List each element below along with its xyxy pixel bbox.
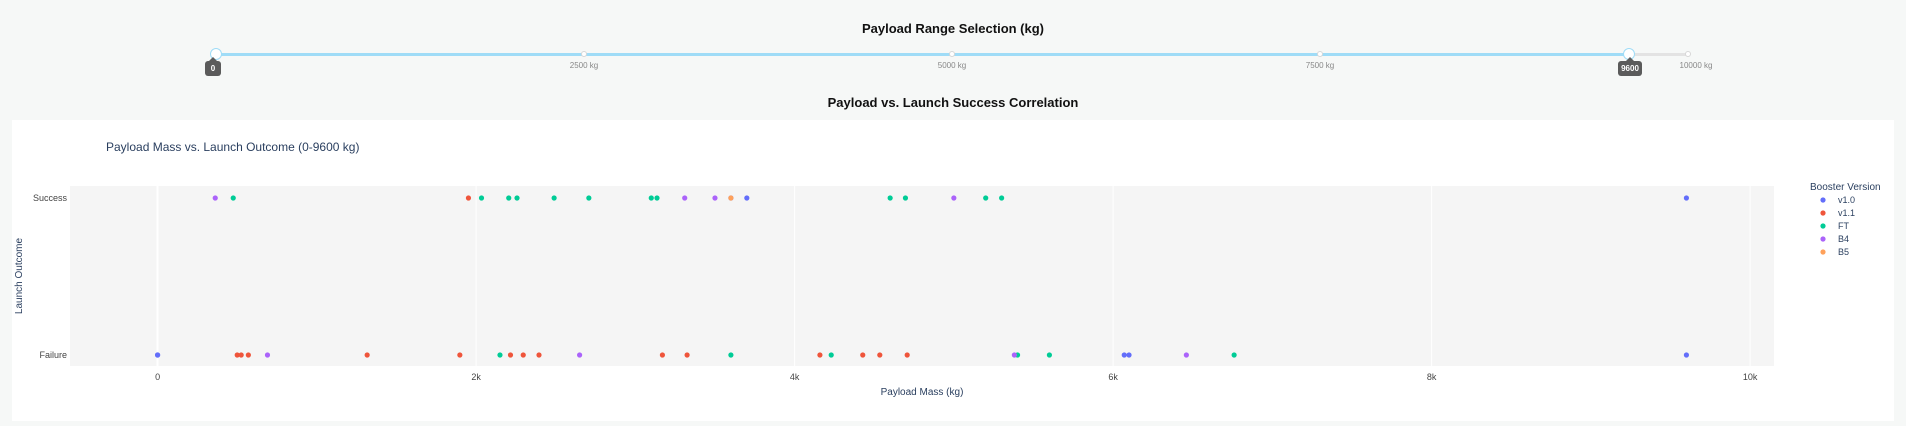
- data-point-v1-0: [1683, 195, 1690, 201]
- data-point-v1-1: [684, 352, 690, 358]
- legend-item-label: v1.1: [1838, 208, 1855, 218]
- data-point-v1-1: [904, 352, 910, 358]
- payload-range-slider: Payload Range Selection (kg) 2500 kg 5000…: [0, 0, 1906, 90]
- legend-marker: [1820, 236, 1826, 242]
- data-point-FT: [887, 195, 893, 201]
- data-point-v1-1: [457, 352, 463, 358]
- data-point-FT: [902, 195, 909, 201]
- slider-mark-label: 2500 kg: [569, 61, 599, 70]
- chart-container: 0 2k 4k 6k 8k 10k Failure Success Payload Mass v…: [12, 120, 1894, 421]
- x-tick-label: 2k: [471, 372, 481, 382]
- legend-marker: [1820, 197, 1826, 203]
- data-point-v1-1: [507, 352, 514, 358]
- chart-title: Payload Mass vs. Launch Outcome (0-9600 …: [106, 140, 359, 154]
- data-point-FT: [478, 195, 485, 201]
- data-point-FT: [1046, 352, 1053, 358]
- x-tick-label: 0: [155, 372, 160, 382]
- data-point-v1-1: [877, 352, 883, 358]
- data-point-v1-1: [817, 352, 823, 358]
- legend-item-label: FT: [1838, 221, 1849, 231]
- section-title: Payload vs. Launch Success Correlation: [827, 95, 1079, 110]
- legend-item-label: B4: [1838, 234, 1849, 244]
- slider-mark-dot: [1685, 51, 1691, 57]
- data-point-v1-0: [1126, 352, 1132, 358]
- data-point-B4: [577, 352, 583, 358]
- data-point-FT: [497, 352, 503, 358]
- data-point-v1-1: [659, 352, 666, 358]
- slider-handle-high-tooltip: 9600: [1618, 57, 1642, 76]
- data-point-B5: [728, 195, 734, 201]
- data-point-FT: [586, 195, 592, 201]
- data-point-FT: [828, 352, 834, 358]
- x-tick-label: 4k: [790, 372, 800, 382]
- legend-title: Booster Version: [1810, 182, 1881, 193]
- data-point-v1-1: [465, 195, 472, 201]
- slider-mark-dot: [1317, 51, 1323, 57]
- legend-marker: [1820, 223, 1826, 229]
- data-point-FT: [506, 195, 512, 201]
- legend-item-label: v1.0: [1838, 195, 1855, 205]
- legend-marker: [1820, 249, 1826, 255]
- slider-selected-track: [216, 52, 1630, 56]
- data-point-B4: [1183, 352, 1189, 358]
- data-point-v1-0: [154, 352, 161, 358]
- data-point-B4: [1011, 352, 1017, 358]
- data-point-B4: [264, 352, 271, 358]
- y-tick-label: Success: [33, 193, 68, 203]
- data-point-FT: [1231, 352, 1237, 358]
- x-tick-label: 8k: [1427, 372, 1437, 382]
- data-point-B4: [712, 195, 718, 201]
- data-point-FT: [648, 195, 654, 201]
- data-point-FT: [999, 195, 1005, 201]
- x-axis-label: Payload Mass (kg): [881, 387, 964, 398]
- x-tick-label: 6k: [1108, 372, 1118, 382]
- data-point-v1-1: [536, 352, 542, 358]
- data-point-v1-1: [245, 352, 251, 358]
- scatter-chart: 0 2k 4k 6k 8k 10k Failure Success Payload Mass v…: [14, 140, 1881, 398]
- data-point-FT: [551, 195, 557, 201]
- data-point-v1-0: [1121, 352, 1127, 358]
- slider-mark-dot: [581, 51, 587, 57]
- data-point-v1-0: [1683, 352, 1690, 358]
- legend-item-label: B5: [1838, 247, 1849, 257]
- data-point-v1-1: [238, 352, 244, 358]
- data-point-v1-1: [860, 352, 866, 358]
- data-point-v1-0: [744, 195, 750, 201]
- data-point-B4: [951, 195, 957, 201]
- data-point-FT: [654, 195, 660, 201]
- data-point-FT: [514, 195, 520, 201]
- slider-mark-label: 5000 kg: [937, 61, 967, 70]
- y-axis-label: Launch Outcome: [14, 237, 25, 314]
- data-point-FT: [728, 352, 734, 358]
- data-point-v1-1: [364, 352, 370, 358]
- slider-title: Payload Range Selection (kg): [861, 21, 1045, 36]
- slider-mark-label: 10000 kg: [1679, 61, 1713, 70]
- legend: Booster Version v1.0 v1.1 FT B4 B5: [1810, 182, 1881, 257]
- data-point-B4: [212, 195, 218, 201]
- data-point-FT: [230, 195, 236, 201]
- slider-mark-dot: [949, 51, 955, 57]
- data-point-B4: [682, 195, 688, 201]
- data-point-v1-1: [520, 352, 526, 358]
- x-tick-label: 10k: [1743, 372, 1758, 382]
- y-tick-label: Failure: [39, 350, 67, 360]
- plot-area: [70, 186, 1774, 366]
- slider-handle-low-tooltip: 0: [205, 57, 221, 76]
- slider-mark-label: 7500 kg: [1305, 61, 1335, 70]
- legend-marker: [1820, 210, 1826, 216]
- data-point-FT: [983, 195, 989, 201]
